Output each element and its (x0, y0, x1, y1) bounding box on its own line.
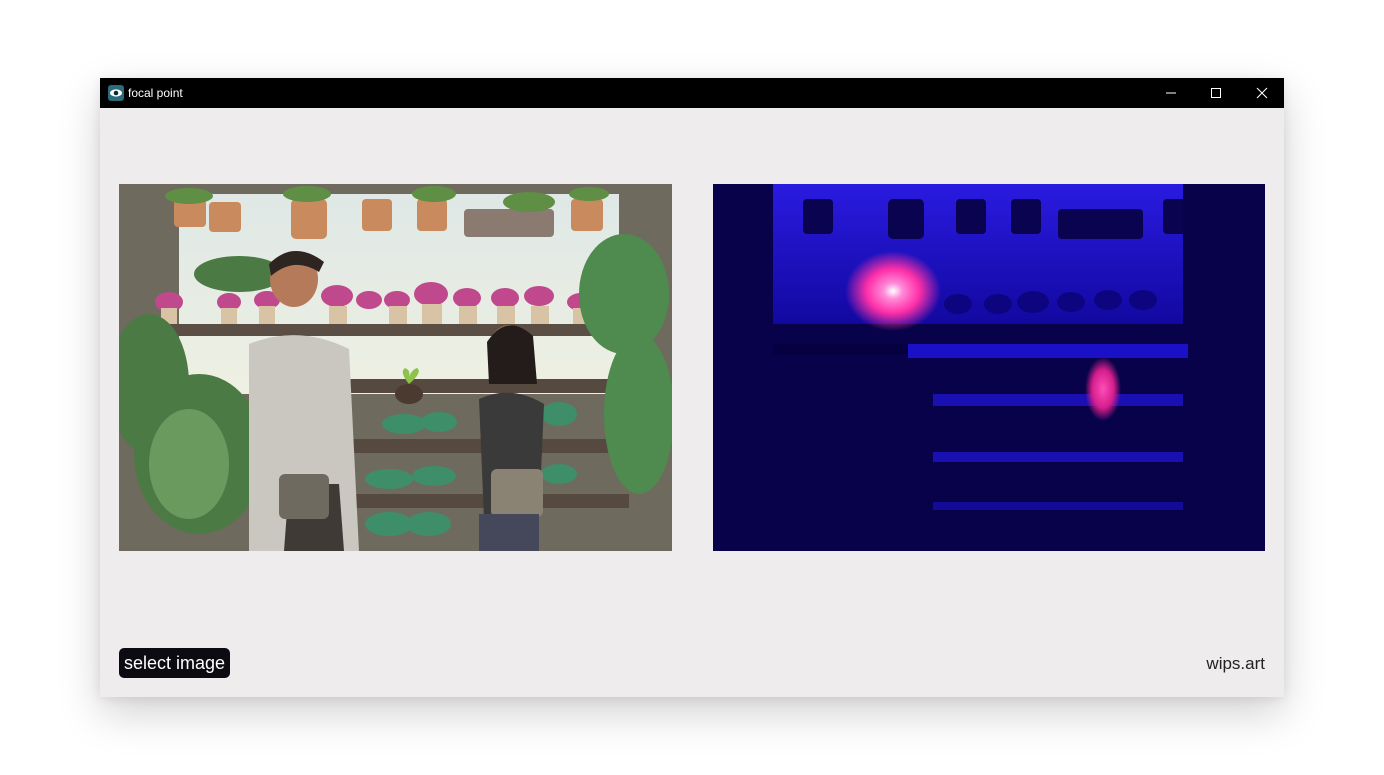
artwork-image (119, 184, 672, 551)
maximize-icon (1211, 88, 1221, 98)
eye-icon (108, 85, 124, 101)
focal-heatmap-image (713, 184, 1265, 551)
minimize-button[interactable] (1148, 78, 1194, 108)
maximize-button[interactable] (1193, 78, 1239, 108)
select-image-button[interactable]: select image (119, 648, 230, 678)
close-button[interactable] (1239, 78, 1285, 108)
title-bar[interactable]: focal point (100, 78, 1284, 108)
credit-link[interactable]: wips.art (1206, 654, 1265, 674)
close-icon (1256, 87, 1268, 99)
minimize-icon (1166, 92, 1176, 94)
app-window: focal point select image wips.art (100, 78, 1284, 697)
window-title: focal point (128, 86, 183, 100)
